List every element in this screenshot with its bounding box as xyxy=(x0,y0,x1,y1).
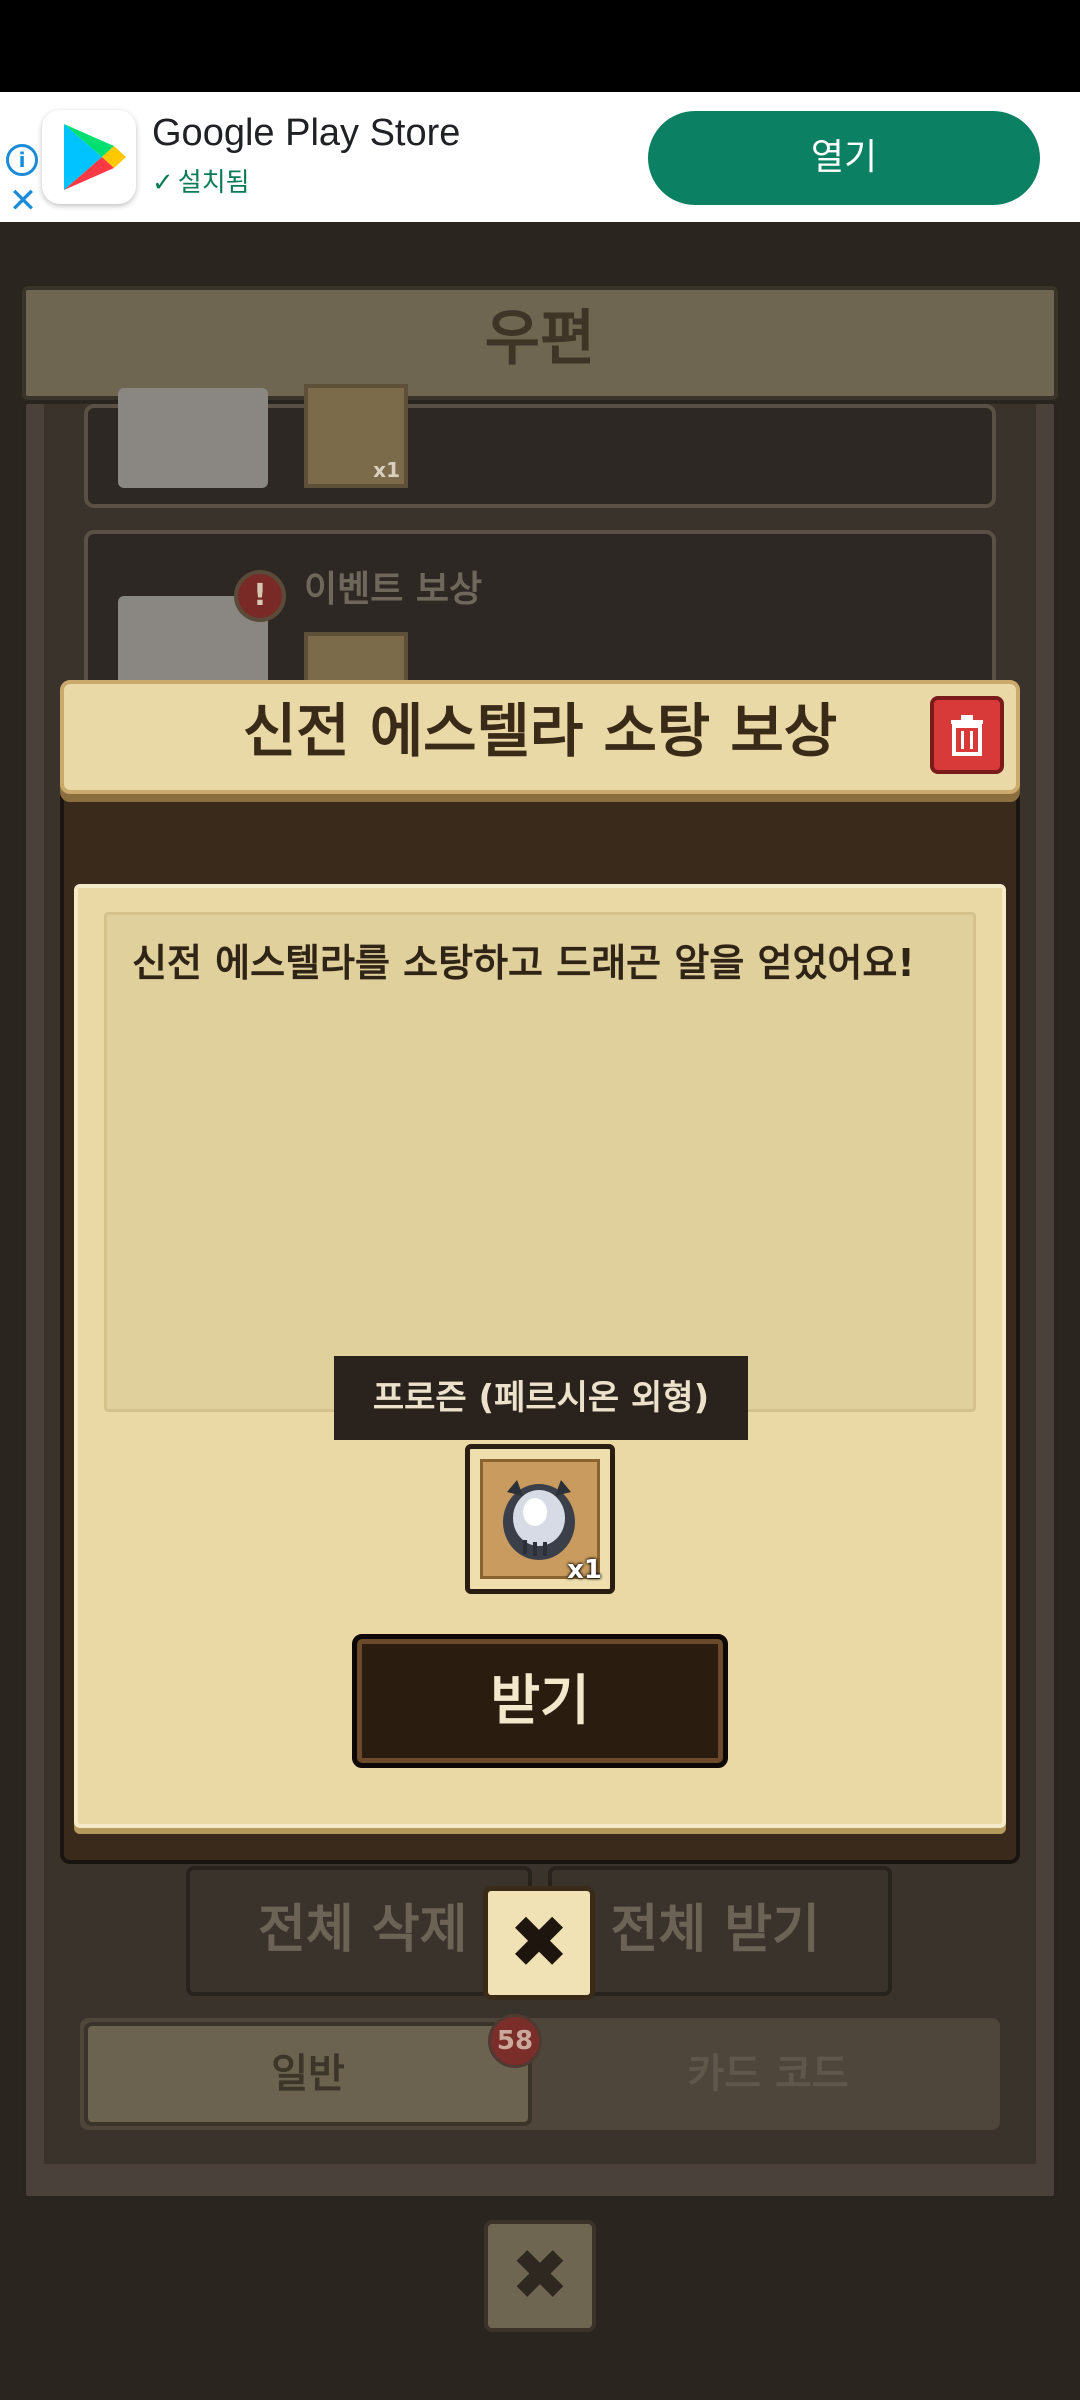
tab-normal[interactable]: 일반 xyxy=(84,2022,532,2126)
modal-close-button[interactable]: ✖ xyxy=(483,1886,595,2000)
ad-banner[interactable]: i ✕ Google Play Store ✓ 설치됨 열기 xyxy=(0,92,1080,222)
message-box xyxy=(104,912,976,1412)
ad-install-status: ✓ 설치됨 xyxy=(152,162,250,199)
close-icon[interactable]: ✕ xyxy=(6,184,40,218)
trash-button[interactable] xyxy=(930,696,1004,774)
open-button[interactable]: 열기 xyxy=(648,111,1040,205)
alert-badge: ! xyxy=(234,570,286,622)
tab-count-badge: 58 xyxy=(488,2014,542,2068)
info-icon[interactable]: i xyxy=(6,144,38,176)
delete-all-button[interactable]: 전체 삭제 xyxy=(186,1866,532,1996)
mail-item[interactable]: x1 xyxy=(84,384,996,508)
mail-title: 이벤트 보상 xyxy=(304,569,483,610)
tab-card-code[interactable]: 카드 코드 xyxy=(540,2022,996,2126)
ad-status-text: 설치됨 xyxy=(177,168,250,198)
mailbox-close-button[interactable]: ✖ xyxy=(484,2220,596,2332)
modal-header: 신전 에스텔라 소탕 보상 xyxy=(60,680,1020,794)
item-quantity: x1 xyxy=(567,1555,602,1585)
receive-all-button[interactable]: 전체 받기 xyxy=(548,1866,892,1996)
reward-message: 신전 에스텔라를 소탕하고 드래곤 알을 얻었어요! xyxy=(132,941,915,985)
reward-qty: x1 xyxy=(373,458,400,482)
reward-item-slot[interactable]: x1 xyxy=(465,1444,615,1594)
trash-icon xyxy=(951,715,983,756)
envelope-icon xyxy=(118,388,268,488)
mailbox-header: 우편 xyxy=(22,286,1058,400)
ad-app-name: Google Play Store xyxy=(152,112,461,154)
mailbox-title: 우편 xyxy=(484,304,596,374)
play-store-logo xyxy=(42,110,136,204)
item-tooltip: 프로즌 (페르시온 외형) xyxy=(334,1356,748,1440)
receive-button[interactable]: 받기 xyxy=(352,1634,728,1768)
modal-title: 신전 에스텔라 소탕 보상 xyxy=(242,697,838,765)
status-bar xyxy=(0,0,1080,92)
mail-item[interactable]: ! 이벤트 보상 xyxy=(84,530,996,702)
reward-item-icon: x1 xyxy=(304,384,408,488)
installed-check-icon: ✓ xyxy=(152,168,174,198)
